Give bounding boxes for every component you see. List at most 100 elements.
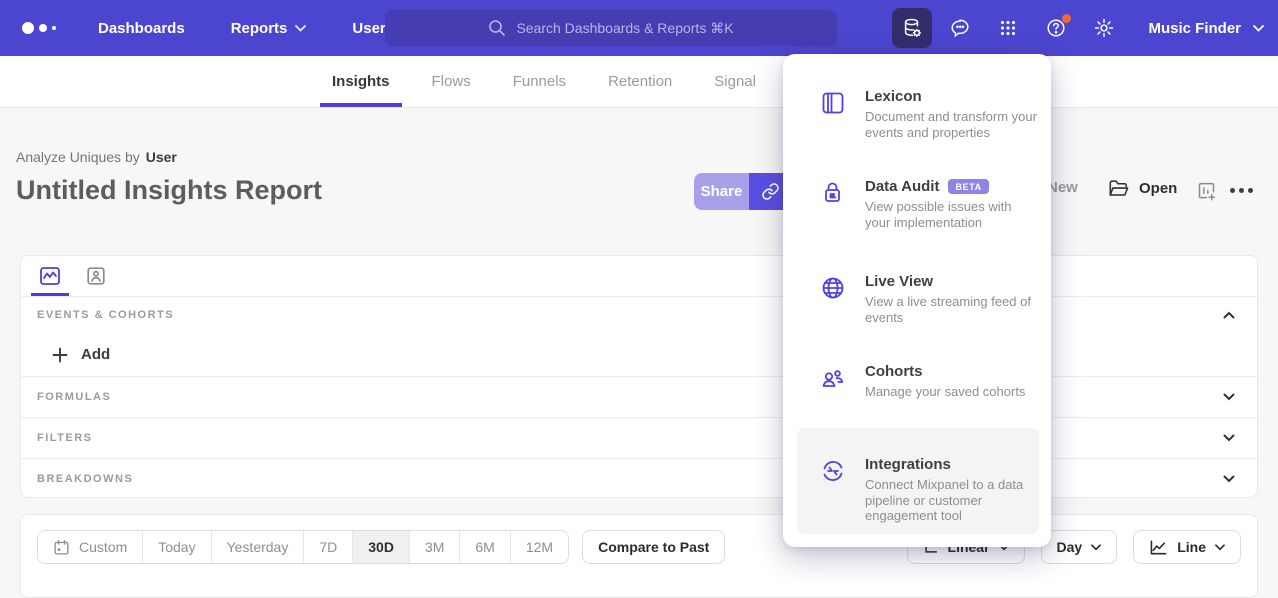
metrics-view-tab[interactable] xyxy=(33,256,67,296)
range-6m[interactable]: 6M xyxy=(460,531,510,563)
data-audit-icon xyxy=(820,178,846,230)
folder-icon xyxy=(1108,179,1129,198)
range-7d-label: 7D xyxy=(319,539,337,555)
chart-type-dropdown[interactable]: Line xyxy=(1133,530,1241,564)
tab-funnels-label: Funnels xyxy=(513,73,566,90)
project-switcher[interactable]: Music Finder xyxy=(1148,20,1264,37)
menu-item-integrations[interactable]: Integrations Connect Mixpanel to a data … xyxy=(797,456,1039,524)
open-report-button[interactable]: Open xyxy=(1108,179,1177,198)
menu-item-description: Manage your saved cohorts xyxy=(865,384,1025,400)
primary-nav: Dashboards Reports Users xyxy=(98,20,394,37)
add-event-label: Add xyxy=(81,346,110,363)
integrations-icon xyxy=(820,456,846,524)
data-management-icon xyxy=(901,17,923,39)
breadcrumb-value[interactable]: User xyxy=(146,149,177,165)
help-button[interactable] xyxy=(1036,8,1076,48)
apps-grid-button[interactable] xyxy=(988,8,1028,48)
events-section-header[interactable]: EVENTS & COHORTS xyxy=(21,297,1257,333)
breakdowns-section-label: BREAKDOWNS xyxy=(37,473,133,485)
range-custom-label: Custom xyxy=(79,539,127,555)
plus-icon xyxy=(52,347,68,363)
filters-section-label: FILTERS xyxy=(37,432,93,444)
tab-insights-label: Insights xyxy=(332,73,390,90)
range-custom[interactable]: Custom xyxy=(38,531,143,563)
chevron-down-icon[interactable] xyxy=(1223,434,1235,442)
live-view-globe-icon xyxy=(820,273,846,325)
tab-retention-label: Retention xyxy=(608,73,672,90)
menu-item-description: View possible issues with your implement… xyxy=(865,199,1037,230)
chevron-up-icon[interactable] xyxy=(1223,311,1235,319)
menu-item-live-view[interactable]: Live View View a live streaming feed of … xyxy=(797,273,1037,325)
settings-gear-icon xyxy=(1093,17,1115,39)
range-6m-label: 6M xyxy=(475,539,494,555)
tab-flows[interactable]: Flows xyxy=(432,56,471,107)
apps-grid-icon xyxy=(997,17,1019,39)
range-3m-label: 3M xyxy=(425,539,444,555)
range-yesterday-label: Yesterday xyxy=(227,539,289,555)
menu-item-title: Data Audit BETA xyxy=(865,178,1037,195)
interval-label: Day xyxy=(1057,539,1083,555)
range-30d[interactable]: 30D xyxy=(353,531,410,563)
menu-item-title: Cohorts xyxy=(865,363,1025,380)
navbar-right-cluster: Music Finder xyxy=(892,0,1264,56)
data-management-menu: Lexicon Document and transform your even… xyxy=(783,54,1051,547)
menu-item-integrations-highlight: Integrations Connect Mixpanel to a data … xyxy=(797,428,1039,534)
share-button[interactable]: Share xyxy=(694,173,749,210)
feedback-button[interactable] xyxy=(940,8,980,48)
line-chart-icon xyxy=(1149,539,1168,556)
breakdowns-section-header[interactable]: BREAKDOWNS xyxy=(21,458,1257,499)
menu-item-title: Lexicon xyxy=(865,88,1037,105)
top-navbar: Dashboards Reports Users Search Dashboar… xyxy=(0,0,1278,56)
range-3m[interactable]: 3M xyxy=(410,531,460,563)
menu-item-data-audit[interactable]: Data Audit BETA View possible issues wit… xyxy=(797,178,1037,230)
compare-to-past-button[interactable]: Compare to Past xyxy=(582,530,725,564)
events-section-label: EVENTS & COHORTS xyxy=(37,309,174,321)
range-today[interactable]: Today xyxy=(143,531,211,563)
date-range-group: Custom Today Yesterday 7D 30D 3M 6M 12M xyxy=(37,530,569,564)
tab-signal-label: Signal xyxy=(714,73,756,90)
insights-chart-icon xyxy=(38,264,62,288)
settings-button[interactable] xyxy=(1084,8,1124,48)
page-title[interactable]: Untitled Insights Report xyxy=(16,175,322,206)
lexicon-title: Lexicon xyxy=(865,88,922,105)
range-yesterday[interactable]: Yesterday xyxy=(212,531,305,563)
add-to-dashboard-button[interactable] xyxy=(1196,181,1217,202)
more-options-button[interactable] xyxy=(1230,188,1253,193)
menu-item-description: View a live streaming feed of events xyxy=(865,294,1037,325)
tab-retention[interactable]: Retention xyxy=(608,56,672,107)
range-30d-label: 30D xyxy=(368,539,394,555)
range-7d[interactable]: 7D xyxy=(304,531,353,563)
events-add-row: Add xyxy=(21,333,1257,376)
nav-reports[interactable]: Reports xyxy=(231,20,307,37)
compare-to-past-label: Compare to Past xyxy=(598,539,709,555)
chevron-down-icon[interactable] xyxy=(1223,393,1235,401)
menu-item-description: Connect Mixpanel to a data pipeline or c… xyxy=(865,477,1039,524)
menu-item-cohorts[interactable]: Cohorts Manage your saved cohorts xyxy=(797,363,1037,400)
profile-icon xyxy=(85,265,107,287)
interval-dropdown[interactable]: Day xyxy=(1041,530,1118,564)
breadcrumb: Analyze Uniques byUser xyxy=(16,149,177,165)
tab-funnels[interactable]: Funnels xyxy=(513,56,566,107)
share-split-button: Share xyxy=(694,173,791,210)
search-input[interactable]: Search Dashboards & Reports ⌘K xyxy=(385,10,837,46)
add-event-button[interactable]: Add xyxy=(52,346,110,363)
lexicon-icon xyxy=(820,88,846,140)
report-tabbar: Insights Flows Funnels Retention Signal … xyxy=(0,56,1278,108)
nav-dashboards[interactable]: Dashboards xyxy=(98,20,185,37)
tab-signal[interactable]: Signal xyxy=(714,56,756,107)
project-name: Music Finder xyxy=(1148,20,1241,37)
menu-item-description: Document and transform your events and p… xyxy=(865,109,1037,140)
formulas-section-header[interactable]: FORMULAS xyxy=(21,376,1257,417)
menu-item-lexicon[interactable]: Lexicon Document and transform your even… xyxy=(797,88,1037,140)
profiles-view-tab[interactable] xyxy=(79,256,113,296)
filters-section-header[interactable]: FILTERS xyxy=(21,417,1257,458)
chevron-down-icon xyxy=(1253,25,1264,32)
search-icon xyxy=(488,19,506,37)
data-management-button[interactable] xyxy=(892,8,932,48)
search-placeholder: Search Dashboards & Reports ⌘K xyxy=(516,20,733,37)
data-audit-title: Data Audit xyxy=(865,178,939,195)
range-12m[interactable]: 12M xyxy=(511,531,568,563)
chevron-down-icon[interactable] xyxy=(1223,475,1235,483)
tab-insights[interactable]: Insights xyxy=(332,56,390,107)
mixpanel-logo-icon[interactable] xyxy=(22,22,56,34)
